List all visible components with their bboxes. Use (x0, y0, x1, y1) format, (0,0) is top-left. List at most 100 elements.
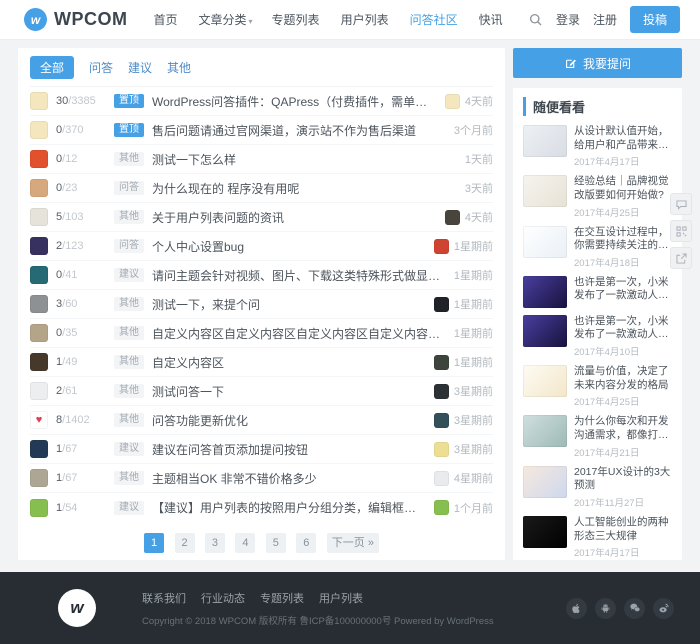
sidebar-article[interactable]: 也许是第一次，小米发布了一款激动人心但还无... (523, 276, 672, 308)
page-button[interactable]: 3 (205, 533, 225, 553)
question-title[interactable]: 问答功能更新优化 (152, 412, 426, 429)
sidebar-article[interactable]: 流量与价值，决定了未来内容分发的格局 2017年4月25日 (523, 365, 672, 408)
category-badge[interactable]: 其他 (114, 355, 144, 369)
submit-post-button[interactable]: 投稿 (630, 6, 680, 33)
category-badge[interactable]: 置顶 (114, 123, 144, 137)
page-button[interactable]: 6 (296, 533, 316, 553)
qa-tab[interactable]: 其他 (167, 56, 191, 79)
category-badge[interactable]: 问答 (114, 181, 144, 195)
question-title[interactable]: 售后问题请通过官网渠道，演示站不作为售后渠道 (152, 122, 446, 139)
question-title[interactable]: 【建议】用户列表的按照用户分组分类，编辑框的大小自由调节。 (152, 499, 426, 516)
sidebar-article[interactable]: 人工智能创业的两种形态三大规律 2017年4月17日 (523, 516, 672, 559)
article-title[interactable]: 2017年UX设计的3大预测 (574, 466, 672, 493)
question-title[interactable]: 测试一下，来提个问 (152, 296, 426, 313)
question-title[interactable]: 建议在问答首页添加提问按钮 (152, 441, 426, 458)
ask-question-button[interactable]: 我要提问 (513, 48, 682, 78)
footer-link[interactable]: 用户列表 (319, 590, 363, 606)
login-link[interactable]: 登录 (556, 11, 580, 28)
category-badge[interactable]: 其他 (114, 471, 144, 485)
question-title[interactable]: 为什么现在的 程序没有用呢 (152, 180, 457, 197)
footer-link[interactable]: 专题列表 (260, 590, 304, 606)
question-title[interactable]: 测试问答一下 (152, 383, 426, 400)
category-badge[interactable]: 建议 (114, 501, 144, 515)
nav-item[interactable]: 快讯 (479, 11, 505, 28)
page-button[interactable]: 5 (266, 533, 286, 553)
question-title[interactable]: 请问主题会针对视频、图片、下载这类特殊形式做显示优化吗? (152, 267, 446, 284)
article-title[interactable]: 从设计默认值开始，给用户和产品带来更好的用... (574, 125, 672, 152)
article-title[interactable]: 人工智能创业的两种形态三大规律 (574, 516, 672, 543)
question-title[interactable]: 自定义内容区 (152, 354, 426, 371)
category-badge[interactable]: 建议 (114, 268, 144, 282)
category-badge[interactable]: 其他 (114, 384, 144, 398)
question-row[interactable]: 0/12 其他 测试一下怎么样 1天前 (30, 145, 493, 174)
question-row[interactable]: ♥ 8/1402 其他 问答功能更新优化 3星期前 (30, 406, 493, 435)
page-button[interactable]: 4 (235, 533, 255, 553)
wechat-icon[interactable] (624, 598, 645, 619)
nav-item[interactable]: 文章分类▾ (199, 11, 253, 28)
question-row[interactable]: 0/35 其他 自定义内容区自定义内容区自定义内容区自定义内容区自定义内容区 1… (30, 319, 493, 348)
question-title[interactable]: 测试一下怎么样 (152, 151, 457, 168)
article-title[interactable]: 流量与价值，决定了未来内容分发的格局 (574, 365, 672, 392)
qrcode-icon[interactable] (670, 220, 692, 242)
question-row[interactable]: 1/67 其他 主题相当OK 非常不错价格多少 4星期前 (30, 464, 493, 493)
question-title[interactable]: 关于用户列表问题的资讯 (152, 209, 437, 226)
article-list: 从设计默认值开始，给用户和产品带来更好的用... 2017年4月17日 经验总结… (523, 125, 672, 560)
question-row[interactable]: 5/103 其他 关于用户列表问题的资讯 4天前 (30, 203, 493, 232)
site-logo[interactable]: w WPCOM (24, 8, 128, 31)
question-title[interactable]: 主题相当OK 非常不错价格多少 (152, 470, 426, 487)
question-row[interactable]: 0/41 建议 请问主题会针对视频、图片、下载这类特殊形式做显示优化吗? 1星期… (30, 261, 493, 290)
article-title[interactable]: 也许是第一次，小米发布了一款激动人心但还无... (574, 276, 672, 303)
article-title[interactable]: 经验总结｜品牌视觉改版要如何开始做? (574, 175, 672, 202)
page-button[interactable]: 2 (175, 533, 195, 553)
question-row[interactable]: 2/123 问答 个人中心设置bug 1星期前 (30, 232, 493, 261)
category-badge[interactable]: 其他 (114, 152, 144, 166)
nav-item[interactable]: 用户列表 (341, 11, 391, 28)
footer-link[interactable]: 行业动态 (201, 590, 245, 606)
question-title[interactable]: 个人中心设置bug (152, 238, 426, 255)
article-title[interactable]: 为什么你每次和开发沟通需求，都像打仗一样? (574, 415, 672, 442)
question-title[interactable]: WordPress问答插件：QAPress（付费插件，需单独购买） (152, 93, 437, 110)
footer-link[interactable]: 联系我们 (142, 590, 186, 606)
question-row[interactable]: 1/49 其他 自定义内容区 1星期前 (30, 348, 493, 377)
question-row[interactable]: 30/3385 置顶 WordPress问答插件：QAPress（付费插件，需单… (30, 87, 493, 116)
comment-icon[interactable] (670, 193, 692, 215)
sidebar-article[interactable]: 在交互设计过程中，你需要持续关注的五个问题 2017年4月18日 (523, 226, 672, 269)
search-icon[interactable] (528, 12, 543, 27)
qa-tab[interactable]: 问答 (89, 56, 113, 79)
question-row[interactable]: 1/67 建议 建议在问答首页添加提问按钮 3星期前 (30, 435, 493, 464)
category-badge[interactable]: 其他 (114, 210, 144, 224)
last-reply-avatar (434, 297, 449, 312)
category-badge[interactable]: 其他 (114, 326, 144, 340)
page-button[interactable]: 1 (144, 533, 164, 553)
weibo-icon[interactable] (653, 598, 674, 619)
question-row[interactable]: 3/60 其他 测试一下，来提个问 1星期前 (30, 290, 493, 319)
question-row[interactable]: 0/370 置顶 售后问题请通过官网渠道，演示站不作为售后渠道 3个月前 (30, 116, 493, 145)
question-time: 1星期前 (454, 238, 493, 254)
category-badge[interactable]: 建议 (114, 442, 144, 456)
next-page-button[interactable]: 下一页 » (327, 533, 379, 553)
qa-tab[interactable]: 建议 (128, 56, 152, 79)
article-title[interactable]: 也许是第一次，小米发布了一款激动人心但还无... (574, 315, 672, 342)
question-row[interactable]: 0/23 问答 为什么现在的 程序没有用呢 3天前 (30, 174, 493, 203)
apple-icon[interactable] (566, 598, 587, 619)
android-icon[interactable] (595, 598, 616, 619)
nav-item[interactable]: 专题列表 (272, 11, 322, 28)
category-badge[interactable]: 其他 (114, 297, 144, 311)
nav-item[interactable]: 问答社区 (410, 11, 460, 28)
article-title[interactable]: 在交互设计过程中，你需要持续关注的五个问题 (574, 226, 672, 253)
nav-item[interactable]: 首页 (154, 11, 180, 28)
sidebar-article[interactable]: 从设计默认值开始，给用户和产品带来更好的用... 2017年4月17日 (523, 125, 672, 168)
sidebar-article[interactable]: 为什么你每次和开发沟通需求，都像打仗一样? 2017年4月21日 (523, 415, 672, 458)
category-badge[interactable]: 置顶 (114, 94, 144, 108)
sidebar-article[interactable]: 经验总结｜品牌视觉改版要如何开始做? 2017年4月25日 (523, 175, 672, 218)
sidebar-article[interactable]: 2017年UX设计的3大预测 2017年11月27日 (523, 466, 672, 509)
qa-tab[interactable]: 全部 (30, 56, 74, 79)
question-row[interactable]: 1/54 建议 【建议】用户列表的按照用户分组分类，编辑框的大小自由调节。 1个… (30, 493, 493, 522)
sidebar-article[interactable]: 也许是第一次，小米发布了一款激动人心但还无... 2017年4月10日 (523, 315, 672, 358)
question-title[interactable]: 自定义内容区自定义内容区自定义内容区自定义内容区自定义内容区 (152, 325, 446, 342)
share-icon[interactable] (670, 247, 692, 269)
category-badge[interactable]: 问答 (114, 239, 144, 253)
register-link[interactable]: 注册 (593, 11, 617, 28)
question-row[interactable]: 2/61 其他 测试问答一下 3星期前 (30, 377, 493, 406)
category-badge[interactable]: 其他 (114, 413, 144, 427)
